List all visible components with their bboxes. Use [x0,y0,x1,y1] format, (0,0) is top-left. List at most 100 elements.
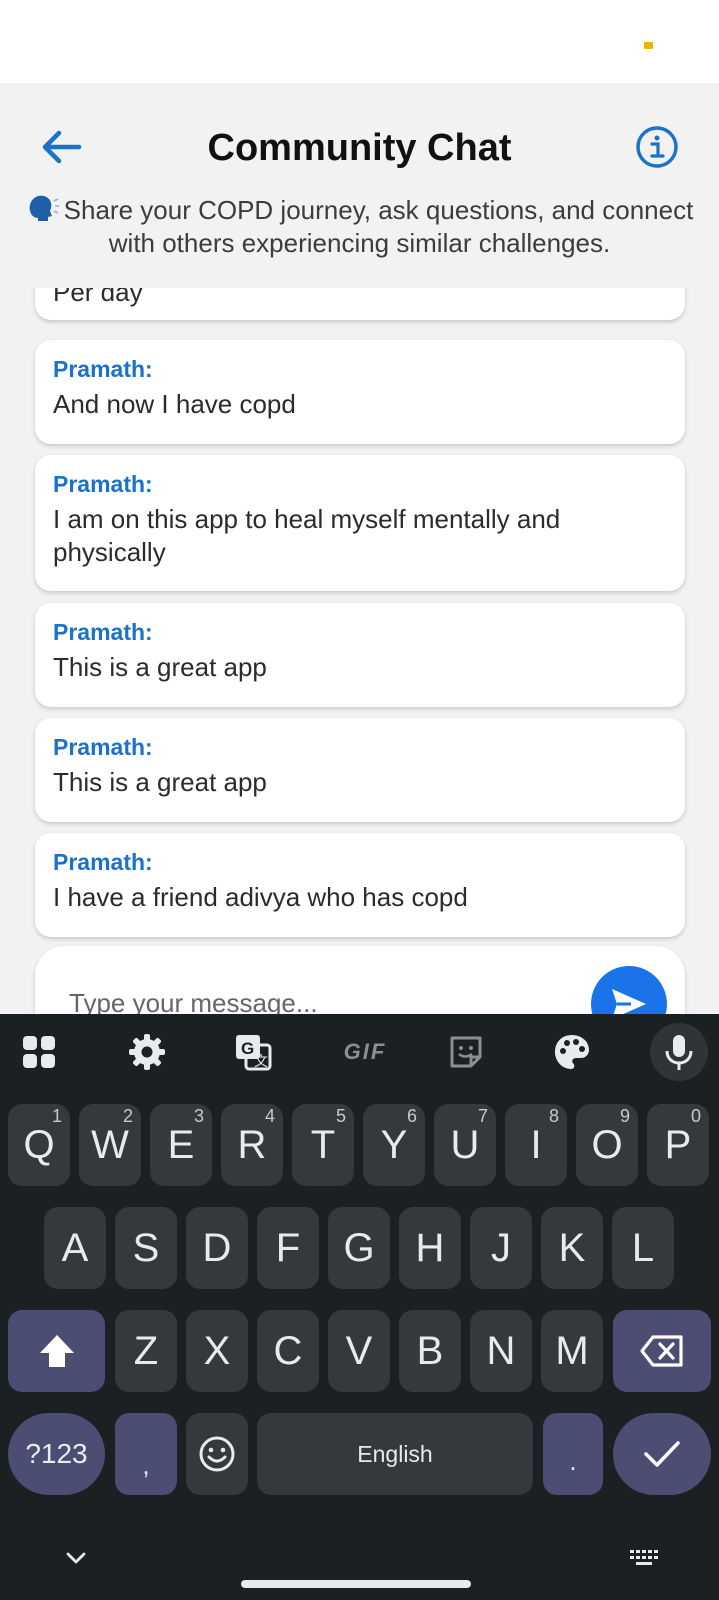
key-y[interactable]: Y6 [363,1104,425,1186]
key-d[interactable]: D [186,1207,248,1289]
key-v[interactable]: V [328,1310,390,1392]
key-label: H [415,1225,445,1270]
key-label: O [591,1122,623,1167]
symbols-key[interactable]: ?123 [8,1413,105,1495]
space-key[interactable]: English [257,1413,533,1495]
key-label: I [530,1122,542,1167]
key-j[interactable]: J [470,1207,532,1289]
status-bar [0,0,719,83]
key-label: English [357,1440,433,1467]
message-sender: Pramath: [53,356,153,382]
message-text: I have a friend adivya who has copd [53,882,468,912]
key-c[interactable]: C [257,1310,319,1392]
key-f[interactable]: F [257,1207,319,1289]
enter-key[interactable] [613,1413,711,1495]
key-label: K [558,1225,586,1270]
key-o[interactable]: O9 [576,1104,638,1186]
key-label: Q [23,1122,55,1167]
key-label: T [310,1122,336,1167]
key-hint: 9 [619,1106,630,1126]
key-e[interactable]: E3 [150,1104,212,1186]
key-label: R [237,1122,267,1167]
backspace-key[interactable] [613,1310,711,1392]
info-circle-icon [636,126,678,168]
shift-arrow-icon [39,1335,74,1367]
speaking-head-icon [29,195,59,221]
key-label: Y [380,1122,408,1167]
key-q[interactable]: Q1 [8,1104,70,1186]
key-z[interactable]: Z [115,1310,177,1392]
gif-label: GIF [343,1039,387,1064]
sticker-icon[interactable] [442,1028,490,1076]
key-g[interactable]: G [328,1207,390,1289]
key-label: J [491,1225,511,1270]
chat-message-list[interactable]: Per day Pramath: And now I have copd Pra… [0,288,719,1014]
message-text: This is a great app [53,767,267,797]
key-hint: 0 [690,1106,701,1126]
period-key[interactable]: . [543,1413,603,1495]
message-sender: Pramath: [53,849,153,875]
microphone-icon[interactable] [655,1028,703,1076]
key-p[interactable]: P0 [647,1104,709,1186]
message-card: Pramath: This is a great app [35,603,685,707]
key-label: F [275,1225,301,1270]
message-sender: Pramath: [53,471,153,497]
key-label: Z [133,1328,159,1373]
page-title: Community Chat [207,127,512,169]
key-k[interactable]: K [541,1207,603,1289]
key-a[interactable]: A [44,1207,106,1289]
message-card: Pramath: I have a friend adivya who has … [35,833,685,937]
key-label: A [61,1225,89,1270]
key-s[interactable]: S [115,1207,177,1289]
shift-key[interactable] [8,1310,105,1392]
key-hint: 5 [335,1106,346,1126]
key-label: X [203,1328,231,1373]
key-r[interactable]: R4 [221,1104,283,1186]
svg-text:G: G [241,1039,254,1058]
hide-keyboard-chevron-icon[interactable] [52,1534,100,1582]
home-indicator[interactable] [241,1580,471,1588]
page-subtitle: Share your COPD journey, ask questions, … [20,193,699,260]
key-w[interactable]: W2 [79,1104,141,1186]
palette-icon[interactable] [548,1028,596,1076]
key-label: U [450,1122,480,1167]
message-sender: Pramath: [53,619,153,645]
key-m[interactable]: M [541,1310,603,1392]
key-hint: 4 [264,1106,275,1126]
key-label: W [91,1122,129,1167]
key-label: E [167,1122,195,1167]
key-label: ?123 [25,1438,88,1469]
message-text: Per day [53,288,143,307]
key-l[interactable]: L [612,1207,674,1289]
key-label: B [416,1328,444,1373]
status-indicator-icon [644,42,653,49]
key-hint: 1 [51,1106,62,1126]
key-x[interactable]: X [186,1310,248,1392]
key-label: L [631,1225,655,1270]
key-n[interactable]: N [470,1310,532,1392]
comma-key[interactable]: , [115,1413,177,1495]
message-text: And now I have copd [53,389,296,419]
key-h[interactable]: H [399,1207,461,1289]
key-t[interactable]: T5 [292,1104,354,1186]
translate-icon[interactable]: G 文 [229,1028,277,1076]
key-hint: 7 [477,1106,488,1126]
key-i[interactable]: I8 [505,1104,567,1186]
info-button[interactable] [634,124,680,170]
key-label: M [555,1328,589,1373]
apps-grid-icon[interactable] [15,1028,63,1076]
gif-button[interactable]: GIF [334,1028,396,1076]
emoji-icon [199,1436,235,1472]
key-label: . [569,1445,577,1476]
back-button[interactable] [36,122,86,172]
key-b[interactable]: B [399,1310,461,1392]
key-hint: 6 [406,1106,417,1126]
key-label: V [345,1328,373,1373]
message-text: This is a great app [53,652,267,682]
settings-gear-icon[interactable] [123,1028,171,1076]
key-label: P [664,1122,692,1167]
key-label: S [132,1225,160,1270]
keyboard-switch-icon[interactable] [620,1534,668,1582]
key-u[interactable]: U7 [434,1104,496,1186]
emoji-key[interactable] [186,1413,248,1495]
